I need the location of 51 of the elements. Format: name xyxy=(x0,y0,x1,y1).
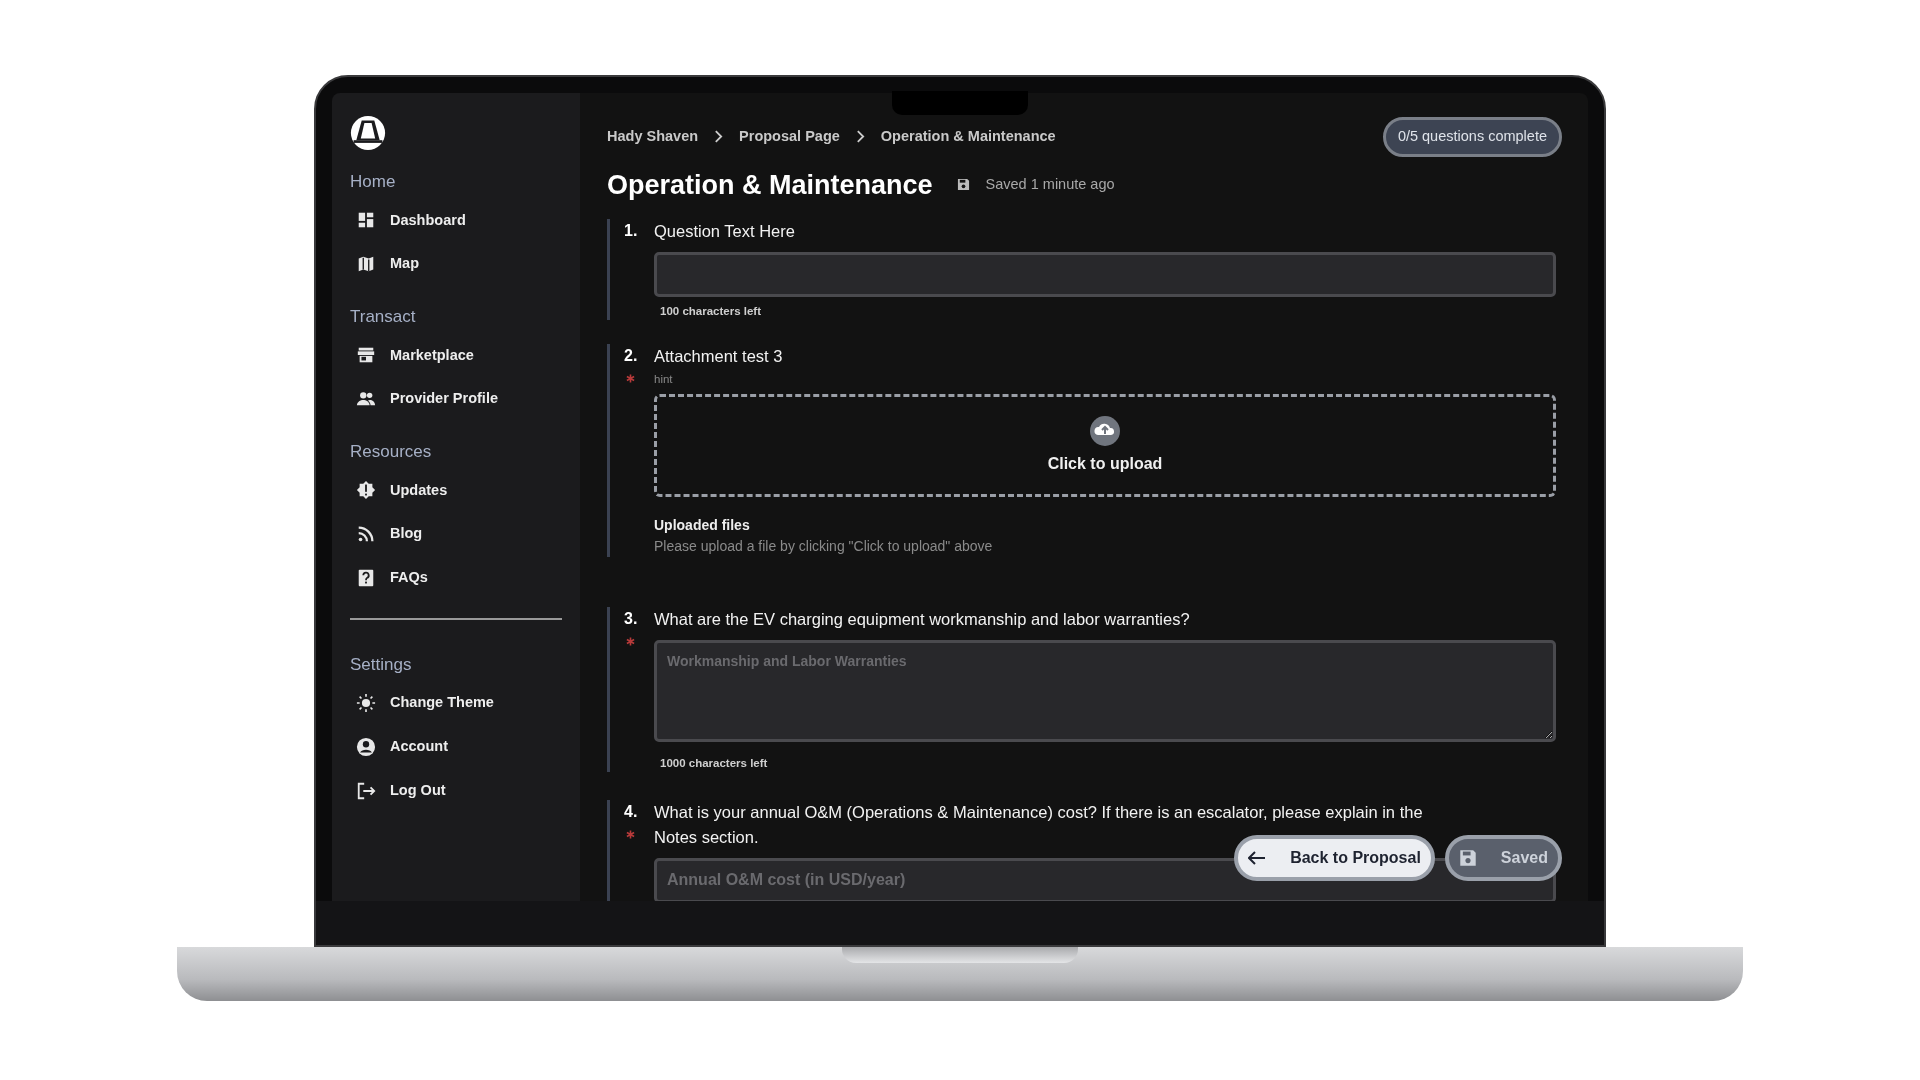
section-heading: Resources xyxy=(350,441,433,463)
text-field[interactable] xyxy=(654,251,1556,297)
arrow-left-icon xyxy=(1248,851,1267,865)
uploaded-files-heading: Uploaded files xyxy=(654,516,751,536)
section-heading: Settings xyxy=(350,653,413,676)
sidebar-item[interactable]: Change Theme xyxy=(350,685,562,721)
question-number: 1. xyxy=(624,221,638,242)
section-heading: Home xyxy=(350,171,397,193)
help-icon xyxy=(356,567,376,588)
progress-badge: 0/5 questions complete xyxy=(1382,117,1562,157)
upload-dropzone[interactable]: Click to upload xyxy=(654,394,1556,498)
page-title: Operation & Maintenance xyxy=(607,168,933,202)
sidebar-item[interactable]: Provider Profile xyxy=(350,381,562,417)
question-text: What are the EV charging equipment workmanship and labor warranties? xyxy=(654,609,1191,631)
hint-text: hint xyxy=(654,371,674,387)
question-text: Question Text Here xyxy=(654,221,796,243)
question-number: 2. xyxy=(624,346,638,367)
asterisk-icon xyxy=(626,374,635,384)
chevron-icon xyxy=(714,130,724,144)
sidebar-item[interactable]: Map xyxy=(350,246,562,282)
account-icon xyxy=(356,736,376,757)
back-button[interactable]: Back to Proposal xyxy=(1234,835,1435,881)
character-counter: 1000 characters left xyxy=(660,755,769,771)
alert-badge-icon xyxy=(356,480,376,501)
sun-icon xyxy=(356,693,376,714)
sidebar-item[interactable]: Dashboard xyxy=(350,202,562,239)
sidebar-item[interactable]: Blog xyxy=(350,516,562,552)
question-text: Attachment test 3 xyxy=(654,346,784,368)
breadcrumb-link[interactable]: Hady Shaven xyxy=(607,126,699,148)
save-status: Saved 1 minute ago xyxy=(985,175,1115,195)
cloud-upload-icon xyxy=(1090,415,1120,446)
save-icon xyxy=(956,178,970,192)
empty-files-text: Please upload a file by clicking "Click to upload" above xyxy=(654,537,994,557)
breadcrumb-link[interactable]: Operation & Maintenance xyxy=(880,126,1056,148)
breadcrumb-link[interactable]: Proposal Page xyxy=(739,126,840,148)
asterisk-icon xyxy=(626,637,635,647)
logo-icon xyxy=(350,115,386,151)
chevron-icon xyxy=(855,130,865,144)
sidebar-item[interactable]: FAQs xyxy=(350,560,562,596)
sidebar-item[interactable]: Updates xyxy=(350,472,562,509)
section-heading: Transact xyxy=(350,306,417,328)
question-number: 3. xyxy=(624,609,638,630)
character-counter: 100 characters left xyxy=(660,303,762,319)
question-number: 4. xyxy=(624,802,638,823)
save-icon xyxy=(1458,849,1477,867)
sidebar-item[interactable]: Marketplace xyxy=(350,337,562,374)
sidebar-item[interactable]: Log Out xyxy=(350,772,562,809)
text-area[interactable]: Workmanship and Labor Warranties xyxy=(654,639,1556,742)
sidebar-item[interactable]: Account xyxy=(350,729,562,765)
asterisk-icon xyxy=(626,830,635,840)
logout-icon xyxy=(356,780,376,801)
